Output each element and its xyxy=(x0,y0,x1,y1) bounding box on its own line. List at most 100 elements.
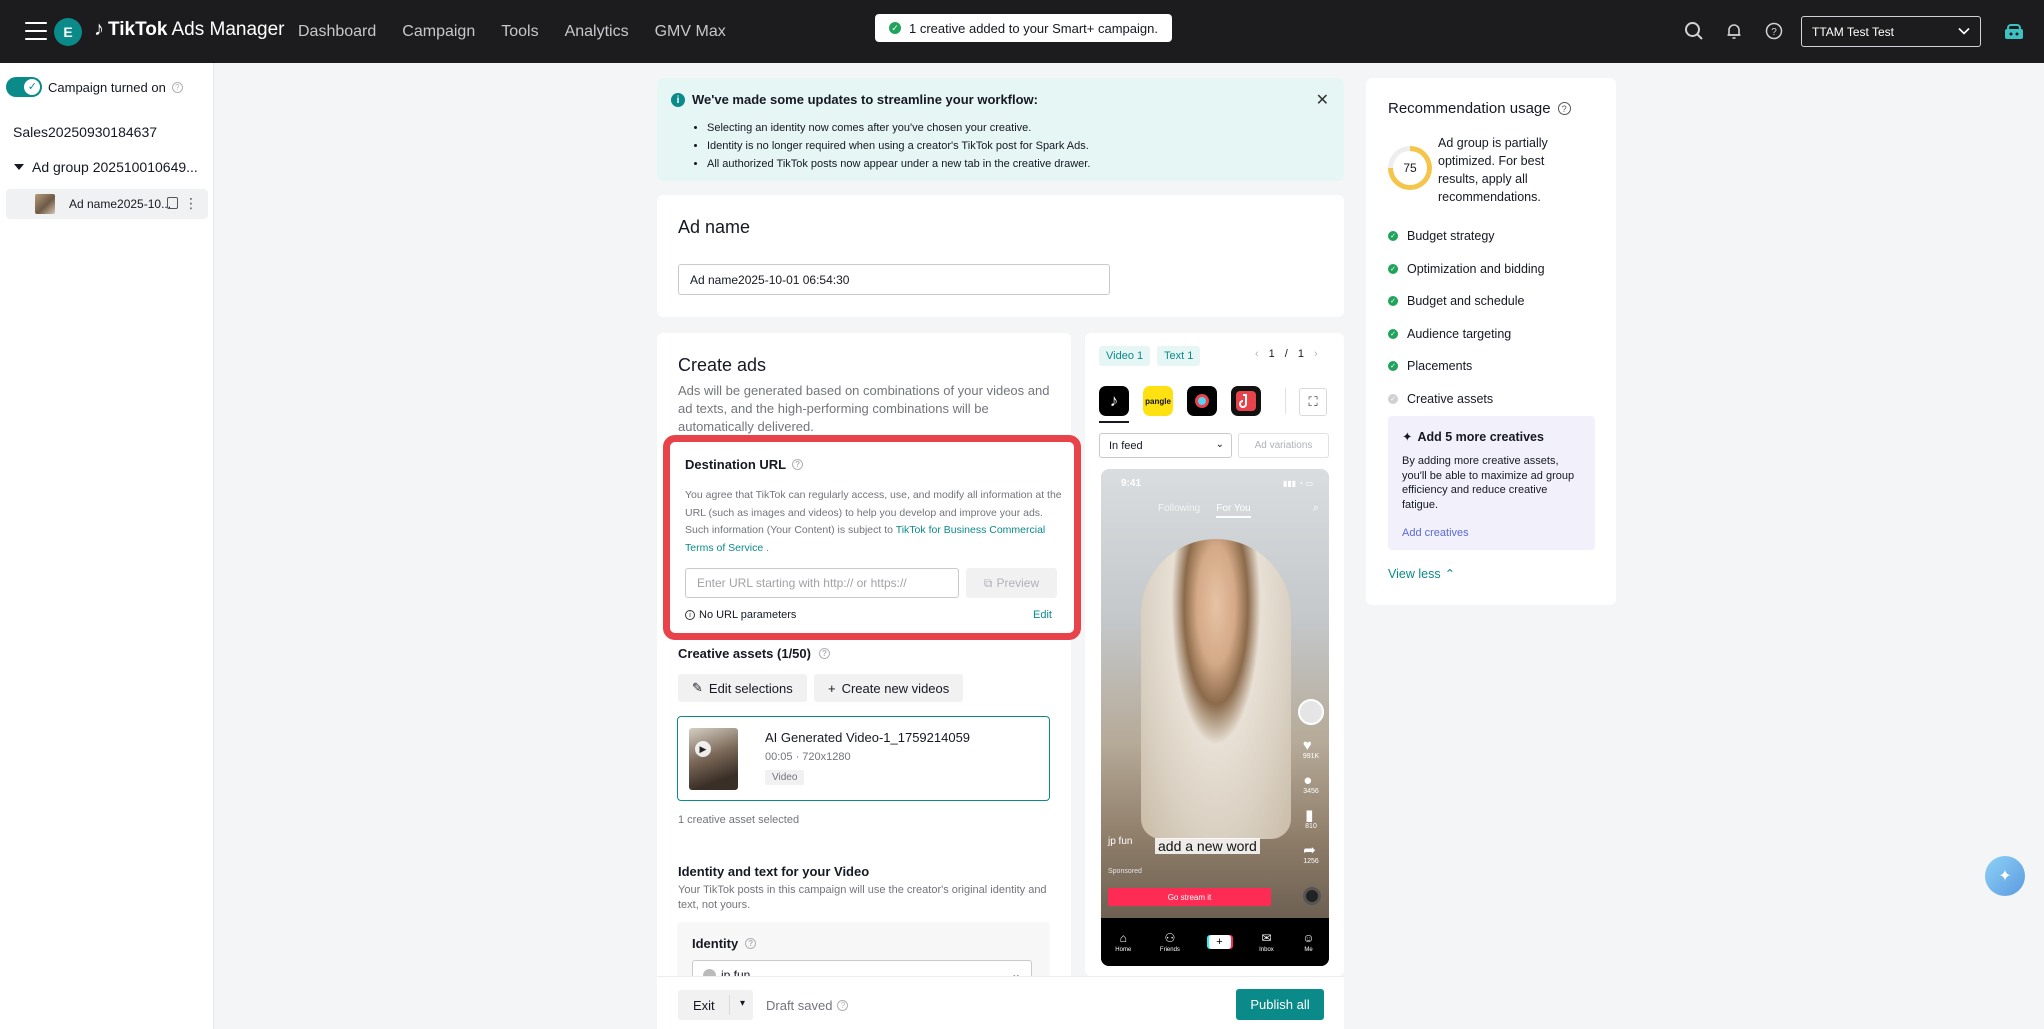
recommendation-label: Audience targeting xyxy=(1407,326,1512,341)
recommendation-item: ✓ Placements xyxy=(1388,350,1545,383)
help-icon[interactable]: ? xyxy=(745,938,757,949)
brand-name: TikTok xyxy=(108,18,168,40)
success-toast: ✓ 1 creative added to your Smart+ campai… xyxy=(875,14,1172,42)
edit-selections-button[interactable]: ✎ Edit selections xyxy=(678,674,807,702)
create-new-videos-button[interactable]: + Create new videos xyxy=(814,674,964,702)
phone-handle: jp fun xyxy=(1108,836,1133,847)
help-icon[interactable]: ? xyxy=(1557,102,1571,115)
nav-tools[interactable]: Tools xyxy=(501,23,538,41)
chevron-right-icon[interactable]: › xyxy=(1314,348,1318,360)
tiktok-lite-platform-icon[interactable] xyxy=(1231,386,1261,416)
help-icon[interactable]: ? xyxy=(837,1000,849,1011)
chevron-down-icon[interactable]: ▾ xyxy=(740,998,745,1009)
preview-pager: ‹ 1 / 1 › xyxy=(1255,348,1318,360)
creative-assets-label: Creative assets (1/50) xyxy=(678,646,811,661)
active-platform-indicator xyxy=(1099,421,1129,423)
pager-total: 1 xyxy=(1297,348,1304,360)
account-selector[interactable]: TTAM Test Test xyxy=(1801,16,1981,47)
help-icon[interactable]: ? xyxy=(1762,19,1786,43)
placement-select[interactable]: In feed ⌄ xyxy=(1099,433,1232,458)
chevron-left-icon[interactable]: ‹ xyxy=(1255,348,1259,360)
ai-assistant-icon[interactable]: ✦ xyxy=(1985,856,2025,896)
copy-icon[interactable] xyxy=(167,197,178,209)
notice-item: Identity is no longer required when usin… xyxy=(707,137,1090,155)
bell-icon[interactable] xyxy=(1722,19,1746,43)
heart-icon: ♥ xyxy=(1302,737,1312,754)
ad-variations-button[interactable]: Ad variations xyxy=(1238,433,1329,458)
nav-dashboard[interactable]: Dashboard xyxy=(298,23,376,41)
tab-text-1[interactable]: Text 1 xyxy=(1157,346,1201,366)
check-icon: ✓ xyxy=(1388,231,1398,242)
nav-label: Home xyxy=(1115,947,1132,953)
close-icon[interactable]: ✕ xyxy=(1316,90,1329,110)
shares: ➦ 1256 xyxy=(1303,843,1319,865)
identity-section-description: Your TikTok posts in this campaign will … xyxy=(678,884,1047,911)
caret-down-icon[interactable] xyxy=(14,164,24,170)
sparkle-icon: ✦ xyxy=(1402,430,1413,444)
phone-nav-inbox: ✉ Inbox xyxy=(1259,931,1274,953)
publish-all-button[interactable]: Publish all xyxy=(1236,989,1324,1020)
plus-icon: + xyxy=(1208,935,1231,949)
fullscreen-icon[interactable]: ⛶ xyxy=(1299,388,1327,416)
account-avatar[interactable]: E xyxy=(54,18,82,46)
exit-label: Exit xyxy=(693,997,715,1013)
exit-button[interactable]: Exit ▾ xyxy=(678,990,753,1020)
brand-logo[interactable]: ♪ TikTok Ads Manager xyxy=(94,18,285,41)
ad-group-item[interactable]: Ad group 202510010649... xyxy=(14,159,198,175)
add-creatives-link[interactable]: Add creatives xyxy=(1402,527,1469,539)
bottom-action-bar: Exit ▾ Draft saved ? Publish all xyxy=(657,976,1344,1029)
ad-item[interactable]: Ad name2025-10... ⋮ xyxy=(6,189,208,219)
search-icon[interactable] xyxy=(1682,19,1706,43)
inbox-icon: ✉ xyxy=(1261,931,1272,945)
platform-selector: ♪ pangle xyxy=(1099,386,1261,416)
buzzvideo-platform-icon[interactable] xyxy=(1187,386,1217,416)
nav-label: Friends xyxy=(1159,947,1180,953)
hamburger-menu-icon[interactable] xyxy=(25,22,47,40)
campaign-status-toggle[interactable]: ✓ xyxy=(6,77,42,97)
terms-text-end: . xyxy=(763,541,770,554)
recommendation-title: Recommendation usage ? xyxy=(1388,100,1571,117)
edit-url-params-link[interactable]: Edit xyxy=(1033,609,1052,621)
help-icon[interactable]: ? xyxy=(818,648,830,659)
nav-gmv-max[interactable]: GMV Max xyxy=(655,23,726,41)
shares-count: 1256 xyxy=(1303,858,1319,865)
customer-support-icon[interactable] xyxy=(2002,20,2026,44)
phone-bottom-nav: ⌂ Home ⚇ Friends + ✉ Inbox ☺ Me xyxy=(1101,918,1329,966)
destination-url-input[interactable]: Enter URL starting with http:// or https… xyxy=(685,568,959,598)
recommendation-item: ✓ Creative assets xyxy=(1388,383,1545,416)
likes: ♥ 991K xyxy=(1303,738,1319,760)
ad-name-input[interactable]: Ad name2025-10-01 06:54:30 xyxy=(678,264,1110,295)
destination-url-title: Destination URL ? xyxy=(685,457,804,472)
likes-count: 991K xyxy=(1302,753,1320,760)
creative-assets-title: Creative assets (1/50) ? xyxy=(678,646,830,661)
recommendation-usage-card: Recommendation usage ? 75 Ad group is pa… xyxy=(1366,78,1616,605)
help-icon[interactable]: ? xyxy=(171,81,183,93)
preview-button[interactable]: ⧉ Preview xyxy=(966,568,1057,598)
video-asset-item[interactable]: ▶ AI Generated Video-1_1759214059 00:05 … xyxy=(677,716,1050,801)
recommendation-item: ✓ Audience targeting xyxy=(1388,318,1545,351)
pangle-platform-icon[interactable]: pangle xyxy=(1143,386,1173,416)
tiktok-platform-icon[interactable]: ♪ xyxy=(1099,386,1129,416)
recommendation-label: Placements xyxy=(1407,359,1473,374)
view-less-link[interactable]: View less ⌃ xyxy=(1388,566,1456,582)
more-options-icon[interactable]: ⋮ xyxy=(184,195,198,212)
notice-title: We've made some updates to streamline yo… xyxy=(692,92,1038,107)
chevron-up-icon: ⌃ xyxy=(1444,567,1456,581)
phone-nav-home: ⌂ Home xyxy=(1115,931,1131,953)
notice-item: All authorized TikTok posts now appear u… xyxy=(707,155,1090,173)
external-link-icon: ⧉ xyxy=(983,575,993,590)
ad-group-name: Ad group 202510010649... xyxy=(32,159,198,175)
pending-check-icon: ✓ xyxy=(1388,393,1398,404)
campaign-name[interactable]: Sales20250930184637 xyxy=(13,124,157,140)
nav-campaign[interactable]: Campaign xyxy=(402,23,475,41)
check-icon: ✓ xyxy=(1388,328,1398,339)
scrollbar[interactable] xyxy=(2032,63,2044,1029)
music-disc-icon xyxy=(1303,887,1321,905)
play-icon[interactable]: ▶ xyxy=(695,741,711,757)
nav-analytics[interactable]: Analytics xyxy=(565,23,629,41)
tab-video-1[interactable]: Video 1 xyxy=(1099,346,1151,366)
info-icon: i xyxy=(671,93,685,107)
chevron-down-icon xyxy=(1958,25,1970,40)
help-icon[interactable]: ? xyxy=(792,459,804,470)
plus-icon: + xyxy=(828,680,836,696)
